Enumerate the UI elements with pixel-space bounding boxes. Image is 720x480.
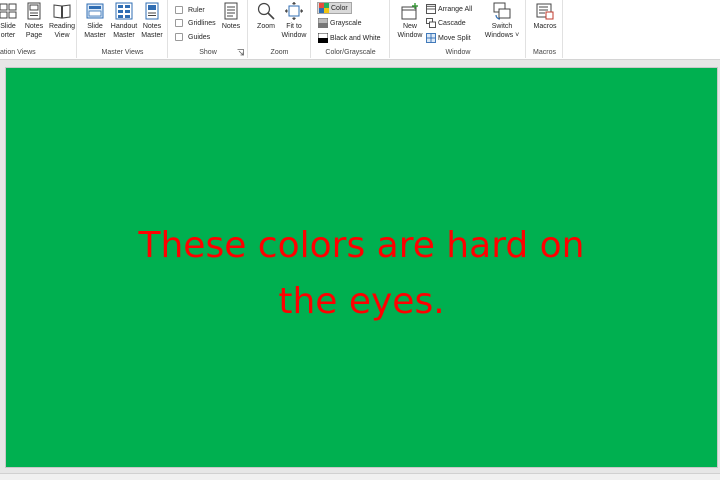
color-grayscale-group-label: Color/Grayscale <box>325 49 376 56</box>
master-views-group: Slide Master Handout Master Notes Master <box>78 0 168 58</box>
color-label: Color <box>331 4 348 12</box>
zoom-label: Zoom <box>257 23 275 30</box>
grayscale-label: Grayscale <box>330 19 362 27</box>
magnifier-icon <box>257 2 275 20</box>
guides-checkbox[interactable]: Guides <box>175 31 210 43</box>
move-split-label: Move Split <box>438 34 471 42</box>
new-window-icon <box>401 3 418 20</box>
status-bar <box>0 473 720 480</box>
color-button[interactable]: Color <box>317 2 352 14</box>
zoom-group-label: Zoom <box>270 49 289 56</box>
black-and-white-label: Black and White <box>330 34 381 42</box>
zoom-button[interactable]: Zoom <box>252 2 280 46</box>
notes-label: Notes <box>221 23 241 30</box>
slide-text-box[interactable]: These colors are hard on the eyes. <box>6 218 717 330</box>
arrange-all-icon <box>426 4 436 14</box>
ruler-checkbox[interactable]: Ruler <box>175 4 205 16</box>
slide-sorter-label: Slide orter <box>0 23 16 39</box>
handout-master-icon <box>115 2 133 20</box>
guides-checkbox-box[interactable] <box>175 33 183 41</box>
ribbon: Slide orter Notes Page Reading View atio… <box>0 0 720 60</box>
reading-view-button[interactable]: Reading View <box>46 2 78 46</box>
new-window-label: New Window <box>397 23 423 39</box>
cascade-button[interactable]: Cascade <box>426 17 466 29</box>
notes-master-icon <box>145 2 159 20</box>
guides-label: Guides <box>188 33 211 41</box>
slide-sorter-button[interactable]: Slide orter <box>0 2 22 46</box>
ruler-checkbox-box[interactable] <box>175 6 183 14</box>
color-grayscale-group: Color Grayscale Black and White Color/Gr… <box>312 0 390 58</box>
fit-to-window-icon <box>285 2 303 20</box>
notes-page-icon <box>27 2 41 20</box>
handout-master-label: Handout Master <box>110 23 138 39</box>
notes-page-button[interactable]: Notes Page <box>20 2 48 46</box>
window-group: New Window Arrange All Cascade Move Spli… <box>391 0 526 58</box>
notes-icon <box>224 2 238 20</box>
notes-page-label: Notes Page <box>24 23 44 39</box>
fit-to-window-button[interactable]: Fit to Window <box>279 2 309 46</box>
notes-master-label: Notes Master <box>141 23 163 39</box>
gridlines-checkbox[interactable]: Gridlines <box>175 17 216 29</box>
grayscale-icon <box>318 18 328 28</box>
reading-view-icon <box>53 4 71 19</box>
switch-windows-icon <box>493 2 511 20</box>
switch-windows-label: Switch Windows ˅ <box>484 23 520 39</box>
arrange-all-label: Arrange All <box>438 5 473 13</box>
show-group: Ruler Gridlines Guides Notes Show <box>169 0 248 58</box>
presentation-views-group-label: ation Views <box>0 49 36 56</box>
new-window-button[interactable]: New Window <box>394 2 426 46</box>
arrange-all-button[interactable]: Arrange All <box>426 3 472 15</box>
slide-sorter-icon <box>0 3 17 19</box>
presentation-views-group: Slide orter Notes Page Reading View atio… <box>0 0 77 58</box>
handout-master-button[interactable]: Handout Master <box>108 2 140 46</box>
move-split-icon <box>426 33 436 43</box>
cascade-label: Cascade <box>438 19 466 27</box>
master-views-group-label: Master Views <box>101 49 144 56</box>
macros-icon <box>536 3 554 20</box>
macros-label: Macros <box>533 23 557 30</box>
slide-editing-area[interactable]: These colors are hard on the eyes. <box>0 61 720 480</box>
slide-master-label: Slide Master <box>84 23 106 39</box>
macros-button[interactable]: Macros <box>530 2 560 46</box>
cascade-icon <box>426 18 436 28</box>
show-group-label: Show <box>199 49 217 56</box>
gridlines-checkbox-box[interactable] <box>175 19 183 27</box>
window-group-label: Window <box>445 49 471 56</box>
grayscale-button[interactable]: Grayscale <box>318 17 362 29</box>
dialog-launcher-icon[interactable] <box>237 49 244 56</box>
zoom-group: Zoom Fit to Window Zoom <box>249 0 311 58</box>
ruler-label: Ruler <box>188 6 205 14</box>
black-and-white-button[interactable]: Black and White <box>318 32 381 44</box>
notes-button[interactable]: Notes <box>217 2 245 46</box>
switch-windows-button[interactable]: Switch Windows ˅ <box>483 2 521 46</box>
gridlines-label: Gridlines <box>188 19 216 27</box>
color-swatch-icon <box>319 3 329 13</box>
macros-group: Macros Macros <box>527 0 563 58</box>
reading-view-label: Reading View <box>48 23 76 39</box>
move-split-button[interactable]: Move Split <box>426 32 471 44</box>
slide-master-icon <box>86 3 104 19</box>
slide-canvas[interactable]: These colors are hard on the eyes. <box>5 67 718 468</box>
notes-master-button[interactable]: Notes Master <box>138 2 166 46</box>
macros-group-label: Macros <box>533 49 556 56</box>
slide-master-button[interactable]: Slide Master <box>81 2 109 46</box>
fit-to-window-label: Fit to Window <box>281 23 307 39</box>
black-and-white-icon <box>318 33 328 43</box>
